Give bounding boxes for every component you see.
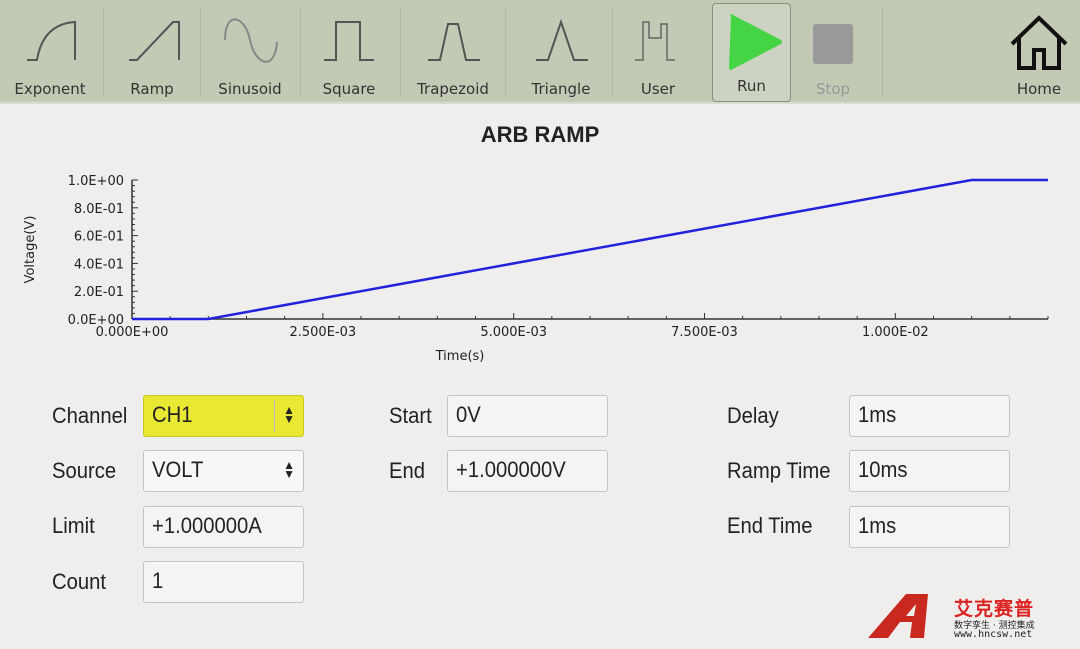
end-time-label: End Time	[727, 513, 813, 538]
channel-select[interactable]: CH1 ▲ ▼	[143, 395, 304, 437]
ramp-wave-icon	[129, 21, 180, 61]
run-label: Run	[737, 77, 766, 95]
updown-arrows-icon: ▲ ▼	[283, 458, 295, 481]
delay-field[interactable]: 1ms	[849, 395, 1010, 437]
y-tick-label: 4.0E-01	[74, 257, 124, 272]
y-tick-label: 1.0E+00	[68, 174, 124, 189]
sinusoid-button[interactable]: Sinusoid	[204, 4, 296, 100]
start-label: Start	[389, 403, 432, 428]
home-button[interactable]: Home	[1000, 4, 1078, 100]
triangle-button[interactable]: Triangle	[515, 4, 607, 100]
ramp-button[interactable]: Ramp	[106, 4, 198, 100]
watermark-url: www.hncsw.net	[954, 629, 1033, 640]
y-tick-label: 6.0E-01	[74, 230, 124, 245]
updown-arrows-icon: ▲ ▼	[283, 403, 295, 426]
y-tick-label: 8.0E-01	[74, 202, 124, 217]
stop-button: Stop	[795, 4, 871, 100]
ramp-time-field[interactable]: 10ms	[849, 450, 1010, 492]
exponent-label: Exponent	[14, 80, 86, 98]
ramp-chart: 0.000E+00 2.500E-03 5.000E-03 7.500E-03 1.00…	[23, 174, 1049, 364]
end-time-field[interactable]: 1ms	[849, 506, 1010, 548]
ramp-label: Ramp	[130, 80, 174, 98]
delay-label: Delay	[727, 403, 779, 428]
trapezoid-button[interactable]: Trapezoid	[407, 4, 499, 100]
user-wave-icon	[635, 21, 675, 61]
triangle-label: Triangle	[531, 80, 591, 98]
source-select[interactable]: VOLT ▲ ▼	[143, 450, 304, 492]
user-button[interactable]: User	[615, 4, 701, 100]
count-label: Count	[52, 569, 107, 594]
triangle-wave-icon	[536, 18, 588, 61]
square-label: Square	[322, 80, 376, 98]
series-line	[132, 178, 1048, 321]
exponent-button[interactable]: Exponent	[4, 4, 96, 100]
trapezoid-wave-icon	[428, 23, 480, 61]
toolbar: Exponent Ramp Sinusoid Square Trapezoid …	[0, 0, 1080, 104]
accexp-logo-icon	[868, 594, 928, 638]
start-field[interactable]: 0V	[447, 395, 608, 437]
home-label: Home	[1016, 80, 1062, 98]
y-tick-label: 0.0E+00	[68, 313, 124, 328]
watermark-logo: 艾克赛普 数字孪生 · 测控集成 www.hncsw.net	[866, 592, 1035, 644]
end-field[interactable]: +1.000000V	[447, 450, 608, 492]
stop-label: Stop	[815, 80, 851, 98]
x-tick-label: 2.500E-03	[289, 325, 356, 340]
chart-title: ARB RAMP	[480, 122, 600, 147]
limit-label: Limit	[52, 513, 95, 538]
square-button[interactable]: Square	[303, 4, 395, 100]
y-tick-label: 2.0E-01	[74, 285, 124, 300]
x-tick-label: 7.500E-03	[671, 325, 738, 340]
ramp-time-label: Ramp Time	[727, 458, 831, 483]
watermark-name: 艾克赛普	[954, 598, 1035, 620]
exponent-wave-icon	[27, 20, 76, 61]
channel-label: Channel	[52, 403, 128, 428]
x-tick-label: 1.000E-02	[862, 325, 929, 340]
run-button[interactable]: Run	[712, 3, 791, 102]
play-icon	[728, 14, 782, 70]
end-label: End	[389, 458, 426, 483]
trapezoid-label: Trapezoid	[417, 80, 489, 98]
limit-field[interactable]: +1.000000A	[143, 506, 304, 548]
user-label: User	[640, 80, 676, 98]
y-axis-label: Voltage(V)	[23, 216, 38, 284]
x-tick-label: 5.000E-03	[480, 325, 547, 340]
home-icon	[1010, 15, 1068, 70]
sine-wave-icon	[224, 18, 278, 63]
square-wave-icon	[324, 21, 374, 61]
stop-icon	[813, 24, 853, 64]
x-axis-label: Time(s)	[435, 349, 485, 364]
sinusoid-label: Sinusoid	[218, 80, 282, 98]
source-label: Source	[52, 458, 117, 483]
count-field[interactable]: 1	[143, 561, 304, 603]
